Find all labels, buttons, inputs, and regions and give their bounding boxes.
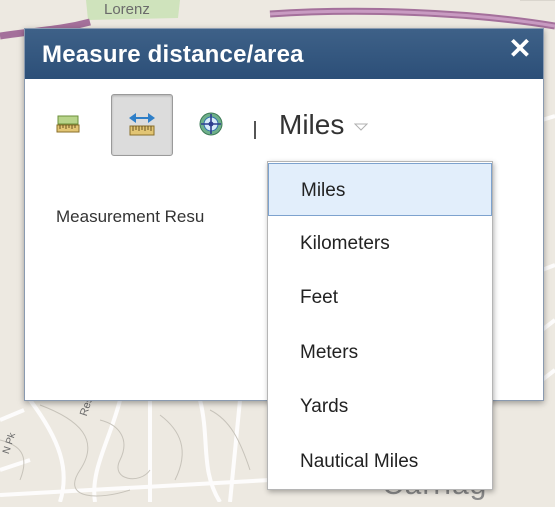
- dialog-title: Measure distance/area: [42, 41, 304, 68]
- dialog-titlebar[interactable]: Measure distance/area ✕: [25, 29, 543, 79]
- measurement-result-label: Measurement Resu: [56, 207, 205, 226]
- menu-item-label: Meters: [300, 342, 359, 363]
- menu-item-label: Yards: [300, 396, 349, 417]
- close-button[interactable]: ✕: [506, 34, 534, 64]
- toolbar-separator: [254, 121, 256, 139]
- menu-item-meters[interactable]: Meters: [268, 326, 492, 379]
- distance-measure-icon: [129, 113, 155, 136]
- menu-item-yards[interactable]: Yards: [268, 380, 492, 433]
- unit-dropdown-value: Miles: [279, 109, 345, 140]
- unit-dropdown[interactable]: Miles: [279, 109, 369, 141]
- menu-item-label: Miles: [301, 180, 346, 201]
- menu-item-label: Feet: [300, 287, 339, 308]
- menu-item-label: Nautical Miles: [300, 451, 419, 472]
- map-label-lorenz: Lorenz: [104, 1, 150, 18]
- menu-item-label: Kilometers: [300, 233, 390, 254]
- location-icon: [199, 112, 223, 136]
- measure-toolbar: Miles: [25, 79, 543, 161]
- unit-dropdown-menu: Miles Kilometers Feet Meters Yards Nauti…: [267, 161, 493, 490]
- chevron-down-icon: [354, 123, 369, 131]
- menu-item-nautical-miles[interactable]: Nautical Miles: [268, 435, 492, 488]
- area-measure-icon: [56, 115, 80, 133]
- menu-item-feet[interactable]: Feet: [268, 271, 492, 324]
- area-measure-button[interactable]: [46, 102, 90, 146]
- menu-item-kilometers[interactable]: Kilometers: [268, 217, 492, 270]
- location-button[interactable]: [189, 102, 233, 146]
- close-icon: ✕: [508, 33, 532, 64]
- menu-item-miles[interactable]: Miles: [268, 163, 492, 216]
- distance-measure-button[interactable]: [111, 94, 173, 156]
